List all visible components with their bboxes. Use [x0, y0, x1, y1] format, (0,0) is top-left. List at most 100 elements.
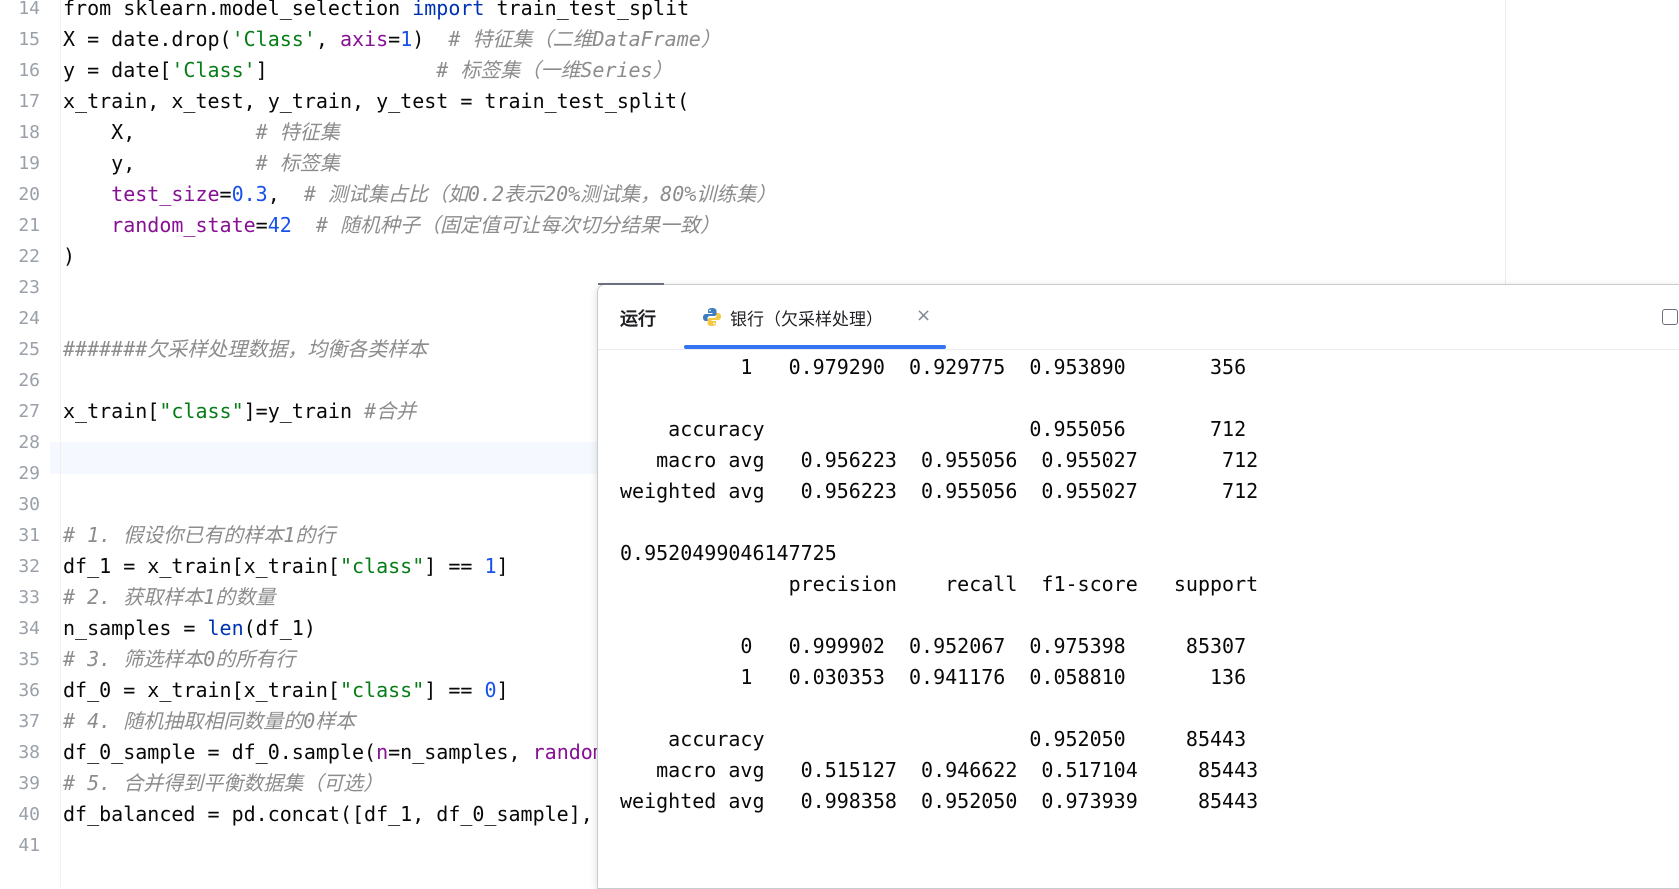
code-token: = [388, 27, 401, 51]
code-line[interactable]: df_balanced = pd.concat([df_1, df_0_samp… [63, 798, 605, 830]
code-token: 0 [484, 678, 497, 702]
code-token: "class" [339, 554, 425, 578]
line-number: 35 [18, 649, 40, 670]
layout-icon[interactable] [1662, 309, 1678, 325]
line-number: 31 [18, 525, 40, 546]
code-token: ) [63, 244, 76, 268]
tab-label: 银行（欠采样处理） [730, 310, 883, 330]
line-number: 15 [18, 29, 40, 50]
tab-run-config[interactable]: 银行（欠采样处理） × [684, 285, 944, 349]
line-number: 32 [18, 556, 40, 577]
console-line: macro avg 0.515127 0.946622 0.517104 854… [620, 758, 1259, 782]
code-token: x_train, x_test, y_train, y_test = train… [63, 89, 690, 113]
console-output[interactable]: 1 0.979290 0.929775 0.953890 356 accurac… [620, 349, 1679, 888]
line-number: 41 [18, 835, 40, 856]
code-token: 1 [400, 27, 413, 51]
console-line: 0.9520499046147725 [620, 541, 837, 565]
code-line[interactable]: y = date['Class'] # 标签集（一维Series） [63, 54, 673, 86]
run-header: 运行 银行（欠采样处理） × [598, 285, 1679, 350]
run-tool-window[interactable]: 运行 银行（欠采样处理） × 1 0.979290 0.929775 0.953… [597, 283, 1679, 889]
code-token: from sklearn.model_selection [63, 0, 413, 20]
line-number: 16 [18, 60, 40, 81]
code-token: df_balanced = pd.concat([df_1, df_0_samp… [63, 802, 605, 826]
code-token: # 标签集（一维Series） [436, 58, 673, 82]
code-token: n_samples = [63, 616, 208, 640]
code-line[interactable]: x_train, x_test, y_train, y_test = train… [63, 85, 689, 117]
code-token: # 特征集 [255, 120, 340, 144]
line-number: 23 [18, 277, 40, 298]
code-line[interactable]: # 2. 获取样本1的数量 [63, 581, 275, 613]
gutter-divider [60, 0, 61, 887]
code-token: ] == [424, 554, 485, 578]
code-line[interactable]: df_0_sample = df_0.sample(n=n_samples, r… [63, 736, 605, 768]
code-token: # 标签集 [255, 151, 340, 175]
line-number: 39 [18, 773, 40, 794]
line-number: 22 [18, 246, 40, 267]
console-line: 0 0.999902 0.952067 0.975398 85307 [620, 634, 1247, 658]
code-line[interactable]: x_train["class"]=y_train #合并 [63, 395, 416, 427]
run-title[interactable]: 运行 [620, 305, 656, 331]
code-token: # 随机种子（固定值可让每次切分结果一致） [315, 213, 720, 237]
line-number: 24 [18, 308, 40, 329]
code-line[interactable]: df_0 = x_train[x_train["class"] == 0] [63, 674, 509, 706]
code-token: import [412, 0, 485, 20]
code-token: # 特征集（二维DataFrame） [448, 27, 721, 51]
code-token: = [255, 213, 268, 237]
code-line[interactable]: #######欠采样处理数据，均衡各类样本 [63, 333, 427, 365]
code-line[interactable]: # 4. 随机抽取相同数量的0样本 [63, 705, 355, 737]
line-number: 37 [18, 711, 40, 732]
code-line[interactable]: # 5. 合并得到平衡数据集（可选） [63, 767, 383, 799]
code-token: (df_1) [243, 616, 316, 640]
python-icon [702, 307, 722, 327]
code-token: #######欠采样处理数据，均衡各类样本 [63, 337, 428, 361]
code-line[interactable]: # 3. 筛选样本0的所有行 [63, 643, 295, 675]
code-line[interactable]: X, # 特征集 [63, 116, 340, 148]
code-line[interactable]: test_size=0.3, # 测试集占比（如0.2表示20%测试集，80%训… [63, 178, 776, 210]
code-token: random_state [111, 213, 256, 237]
code-line[interactable]: ) [63, 240, 75, 272]
console-line: 1 0.030353 0.941176 0.058810 136 [620, 665, 1247, 689]
code-token: df_0 = x_train[x_train[ [63, 678, 340, 702]
line-number: 27 [18, 401, 40, 422]
line-number: 21 [18, 215, 40, 236]
code-token: 'Class' [171, 58, 256, 82]
code-line[interactable]: y, # 标签集 [63, 147, 340, 179]
line-number: 38 [18, 742, 40, 763]
code-token: # 2. 获取样本1的数量 [63, 585, 276, 609]
code-token: y, [63, 151, 256, 175]
line-number: 19 [18, 153, 40, 174]
code-token: ]=y_train [243, 399, 365, 423]
code-token: 'Class' [231, 27, 316, 51]
code-token: y = date[ [63, 58, 172, 82]
code-line[interactable]: random_state=42 # 随机种子（固定值可让每次切分结果一致） [63, 209, 720, 241]
line-number: 18 [18, 122, 40, 143]
code-token: ] [255, 58, 437, 82]
code-token: 1 [484, 554, 497, 578]
code-line[interactable]: X = date.drop('Class', axis=1) # 特征集（二维D… [63, 23, 721, 55]
code-line[interactable]: n_samples = len(df_1) [63, 612, 316, 644]
code-token: ] [496, 678, 509, 702]
code-token: # 5. 合并得到平衡数据集（可选） [63, 771, 384, 795]
code-line[interactable]: from sklearn.model_selection import trai… [63, 0, 689, 24]
close-icon[interactable]: × [916, 305, 931, 326]
console-line: 1 0.979290 0.929775 0.953890 356 [620, 355, 1247, 379]
line-number: 26 [18, 370, 40, 391]
code-line[interactable]: df_1 = x_train[x_train["class"] == 1] [63, 550, 509, 582]
code-token: , [315, 27, 340, 51]
code-token: ] [496, 554, 509, 578]
code-token: train_test_split [484, 0, 690, 20]
code-token: # 4. 随机抽取相同数量的0样本 [63, 709, 356, 733]
code-token: X, [63, 120, 256, 144]
line-number-gutter[interactable]: 14 15 16 17 18 19 20 21 22 23 24 25 26 27 28 29 30 31 32 33… [0, 0, 50, 887]
line-number: 25 [18, 339, 40, 360]
line-number: 30 [18, 494, 40, 515]
code-token: 0.3 [231, 182, 268, 206]
code-line[interactable]: # 1. 假设你已有的样本1的行 [63, 519, 335, 551]
line-number: 28 [18, 432, 40, 453]
code-token: # 测试集占比（如0.2表示20%测试集，80%训练集） [303, 182, 777, 206]
code-token: X = date.drop( [63, 27, 232, 51]
code-token: =n_samples, [388, 740, 533, 764]
line-number: 40 [18, 804, 40, 825]
